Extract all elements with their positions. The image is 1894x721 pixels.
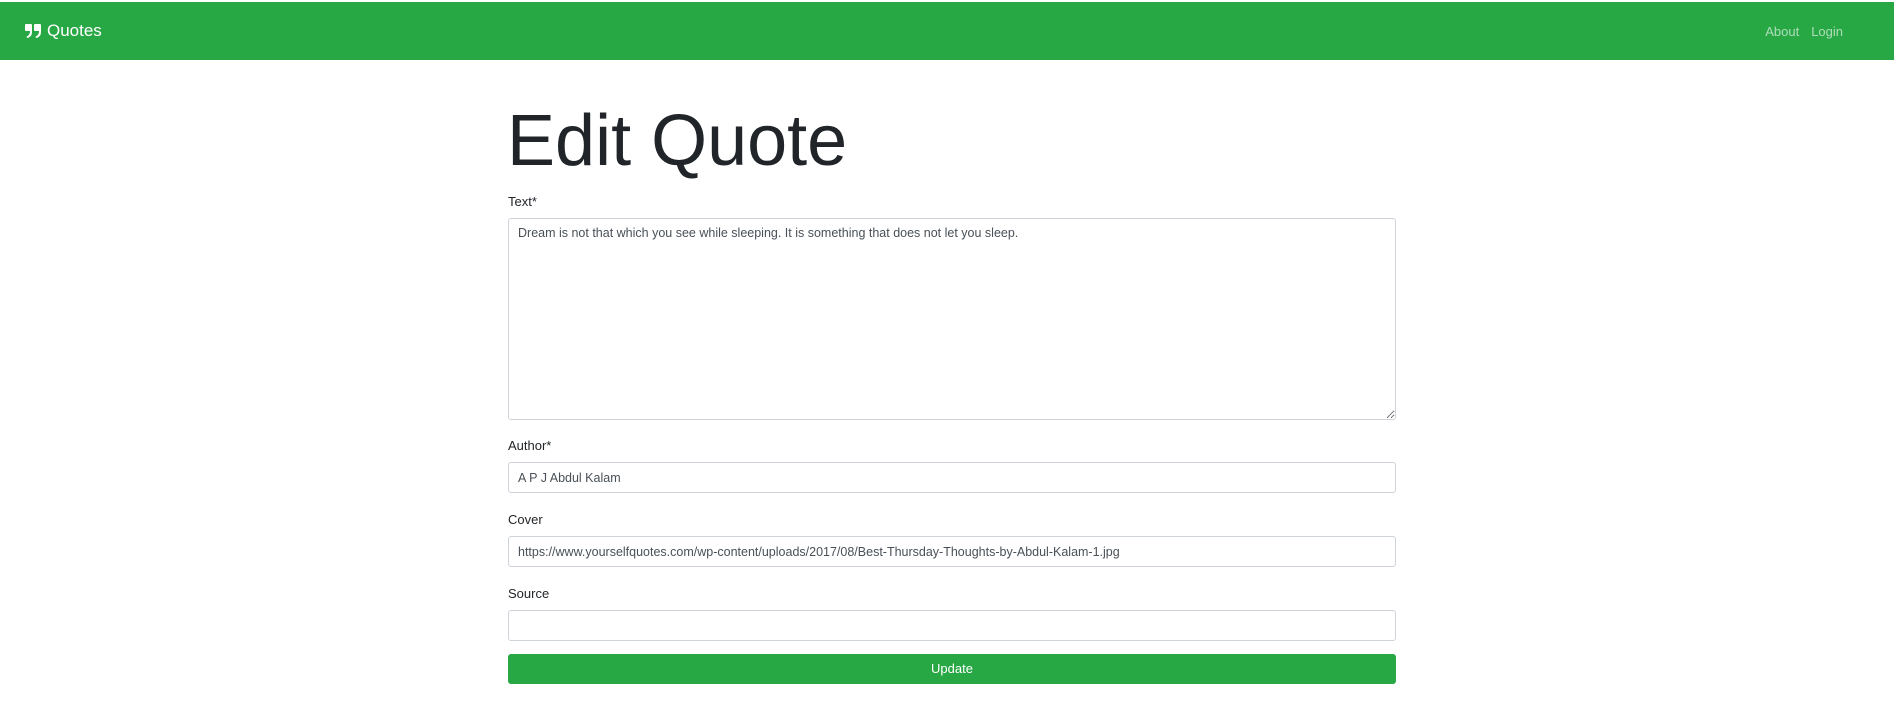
author-input[interactable] — [508, 462, 1396, 493]
edit-quote-form: Text* Dream is not that which you see wh… — [508, 194, 1396, 684]
text-textarea[interactable]: Dream is not that which you see while sl… — [508, 218, 1396, 420]
brand-link[interactable]: Quotes — [24, 21, 102, 41]
nav-link-about[interactable]: About — [1765, 24, 1799, 39]
text-group: Text* Dream is not that which you see wh… — [508, 194, 1396, 420]
cover-label: Cover — [508, 512, 543, 527]
nav-link-login[interactable]: Login — [1811, 24, 1843, 39]
navbar: Quotes About Login — [0, 2, 1894, 60]
text-label: Text* — [508, 194, 537, 209]
quote-right-icon — [24, 23, 42, 39]
author-label: Author* — [508, 438, 552, 453]
brand-label: Quotes — [47, 21, 102, 40]
main-container: Edit Quote Text* Dream is not that which… — [507, 60, 1396, 684]
update-button[interactable]: Update — [508, 654, 1396, 684]
cover-input[interactable] — [508, 536, 1396, 567]
nav-links: About Login — [1753, 24, 1843, 39]
author-group: Author* — [508, 438, 1396, 493]
page-title: Edit Quote — [507, 101, 848, 181]
cover-group: Cover — [508, 512, 1396, 567]
source-input[interactable] — [508, 610, 1396, 641]
source-group: Source — [508, 586, 1396, 641]
source-label: Source — [508, 586, 550, 601]
